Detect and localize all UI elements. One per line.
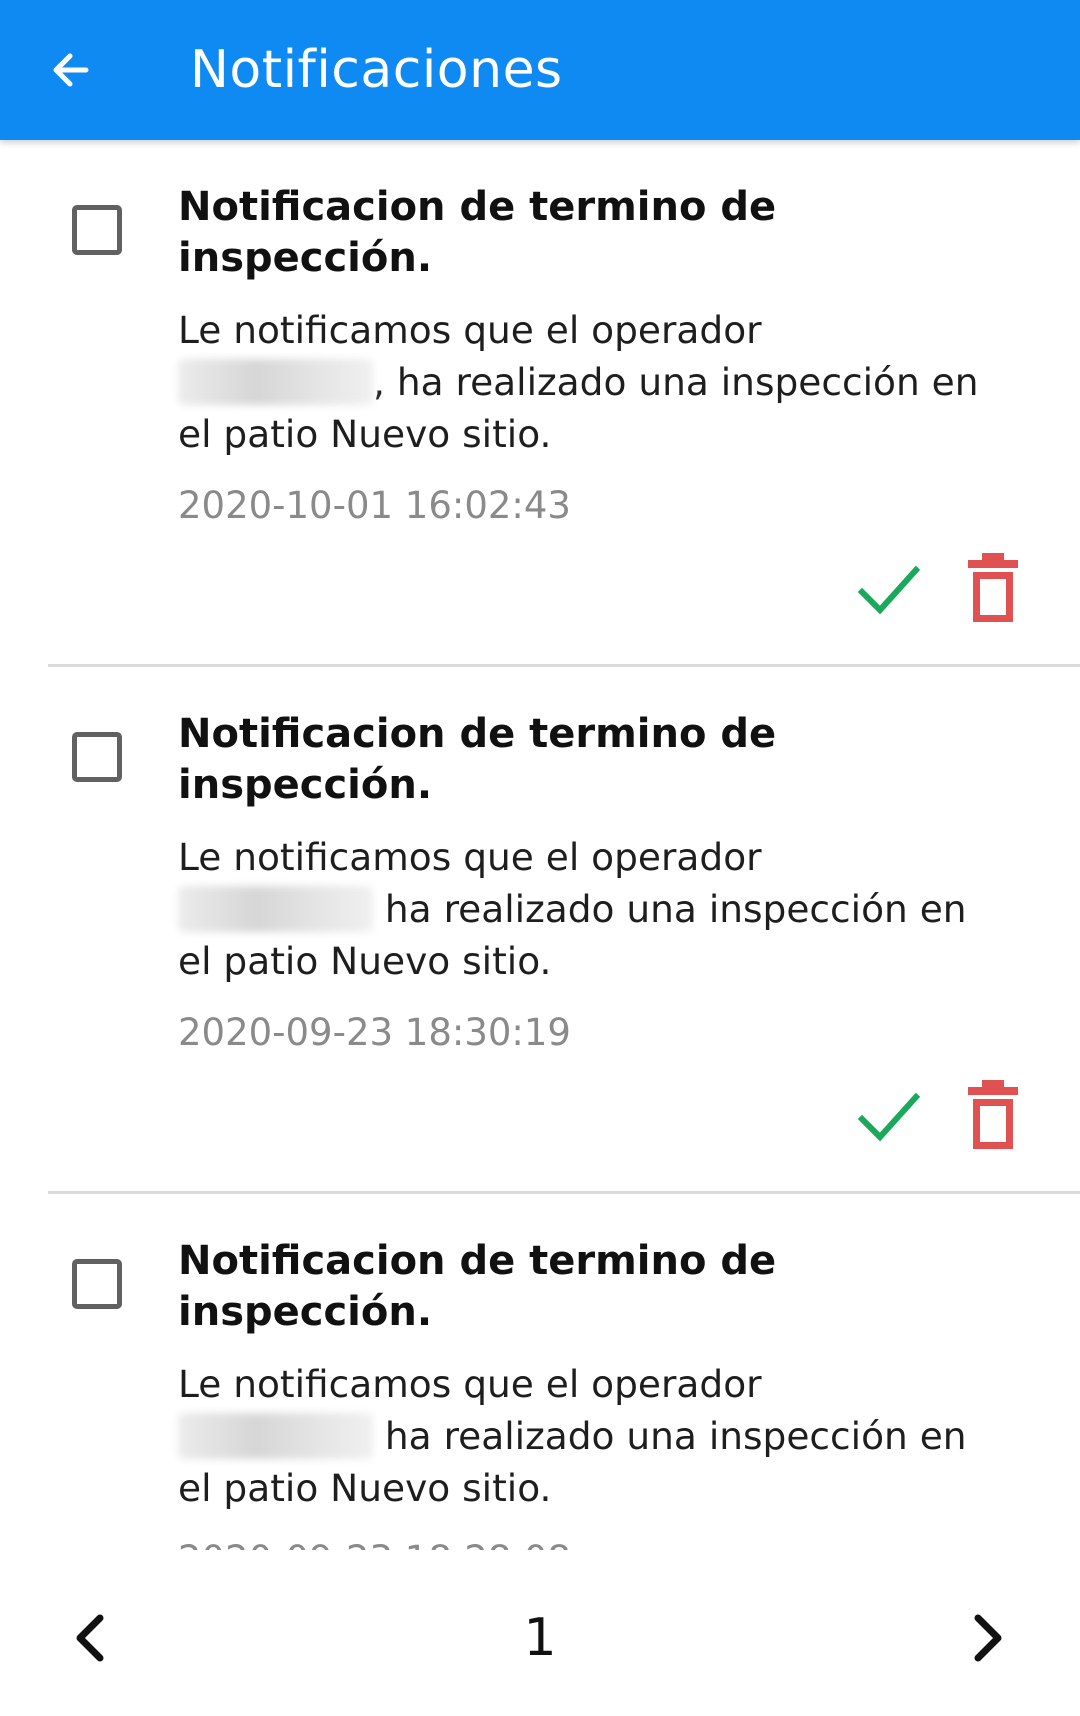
notification-message: Le notificamos que el operador ha realiz… [178,831,1008,987]
message-intro: Le notificamos que el operador [178,835,762,879]
message-intro: Le notificamos que el operador [178,308,762,352]
app-bar: Notificaciones [0,0,1080,140]
delete-button[interactable] [966,1079,1020,1151]
checkmark-icon [857,1092,921,1142]
notification-message: Le notificamos que el operador ha realiz… [178,1358,1008,1514]
mark-read-button[interactable] [856,558,921,622]
previous-page-button[interactable] [62,1608,122,1668]
chevron-right-icon [974,1614,1002,1662]
next-page-button[interactable] [956,1608,1016,1668]
notification-message: Le notificamos que el operador , ha real… [178,304,1008,460]
pagination-bar: 1 [0,1550,1080,1716]
notification-list[interactable]: Notificacion de termino de inspección. L… [0,140,1080,1550]
notification-date: 2020-09-23 18:30:19 [178,1011,571,1054]
notification-title: Notificacion de termino de inspección. [178,1238,777,1335]
redacted-operator-name [178,1413,373,1459]
notification-item: Notificacion de termino de inspección. L… [0,667,1080,1194]
delete-button[interactable] [966,552,1020,624]
notification-title: Notificacion de termino de inspección. [178,184,777,281]
notification-date: 2020-10-01 16:02:43 [178,484,571,527]
select-checkbox[interactable] [72,732,122,782]
back-button[interactable] [30,30,110,110]
select-checkbox[interactable] [72,1259,122,1309]
notification-date: 2020-09-23 18:28:08 [178,1536,571,1550]
redacted-operator-name [178,886,373,932]
message-intro: Le notificamos que el operador [178,1362,762,1406]
trash-icon [968,553,1018,622]
select-checkbox[interactable] [72,205,122,255]
chevron-left-icon [76,1614,104,1662]
page-title: Notificaciones [190,40,563,100]
arrow-left-icon [53,53,89,87]
current-page-number: 1 [523,1608,557,1668]
checkmark-icon [857,565,921,615]
trash-icon [968,1080,1018,1149]
notification-item: Notificacion de termino de inspección. L… [0,140,1080,667]
mark-read-button[interactable] [856,1085,921,1149]
notification-item: Notificacion de termino de inspección. L… [0,1194,1080,1550]
redacted-operator-name [178,359,373,405]
notification-title: Notificacion de termino de inspección. [178,711,777,808]
